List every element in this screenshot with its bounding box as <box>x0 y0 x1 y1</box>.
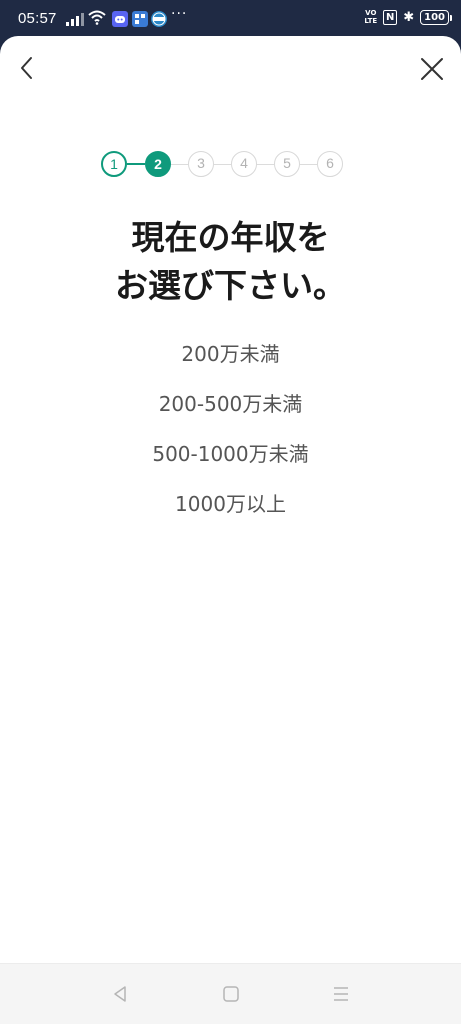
nav-menu-button[interactable] <box>329 982 353 1006</box>
step-connector <box>214 164 231 165</box>
option-over-1000[interactable]: 1000万以上 <box>0 486 461 536</box>
step-connector <box>171 164 188 165</box>
back-button[interactable] <box>12 52 44 84</box>
nfc-icon: N <box>383 9 398 25</box>
question-line-2: お選び下さい。 <box>115 266 346 305</box>
discord-icon <box>112 11 128 27</box>
step-5: 5 <box>274 151 300 177</box>
step-connector <box>127 163 145 165</box>
system-nav-bar <box>0 963 461 1024</box>
income-question-sheet: 1 2 3 4 5 6 現在の年収を お選び下さい。 200万未満 200-50… <box>0 36 461 1024</box>
question-line-1: 現在の年収を <box>131 218 330 257</box>
option-under-200[interactable]: 200万未満 <box>0 336 461 386</box>
globe-app-icon <box>151 11 167 27</box>
step-6: 6 <box>317 151 343 177</box>
step-1: 1 <box>101 151 127 177</box>
signal-icon <box>66 12 84 26</box>
step-3: 3 <box>188 151 214 177</box>
progress-stepper: 1 2 3 4 5 6 <box>0 148 461 184</box>
question-title: 現在の年収を お選び下さい。 <box>0 214 461 310</box>
step-2-current: 2 <box>145 151 171 177</box>
close-button[interactable] <box>415 52 449 86</box>
step-connector <box>300 164 317 165</box>
status-time: 05:57 <box>18 10 57 27</box>
chevron-left-icon <box>21 57 32 79</box>
step-connector <box>257 164 274 165</box>
volte-icon: VO LTE <box>364 9 378 25</box>
close-icon <box>421 58 443 80</box>
bluetooth-icon: ✱ <box>403 9 415 25</box>
more-notifications-icon: ··· <box>171 6 188 22</box>
nav-back-button[interactable] <box>108 982 132 1006</box>
battery-icon: 100 <box>420 9 452 25</box>
square-home-icon <box>223 986 239 1002</box>
menu-lines-icon <box>334 987 348 1001</box>
status-bar: 05:57 ··· VO LTE N ✱ 100 <box>0 0 461 36</box>
wifi-icon <box>88 10 106 25</box>
triangle-back-icon <box>114 986 126 1002</box>
option-200-500[interactable]: 200-500万未満 <box>0 386 461 436</box>
nav-home-button[interactable] <box>219 982 243 1006</box>
option-500-1000[interactable]: 500-1000万未満 <box>0 436 461 486</box>
income-options-list: 200万未満 200-500万未満 500-1000万未満 1000万以上 <box>0 336 461 536</box>
app-icon <box>132 11 148 27</box>
step-4: 4 <box>231 151 257 177</box>
